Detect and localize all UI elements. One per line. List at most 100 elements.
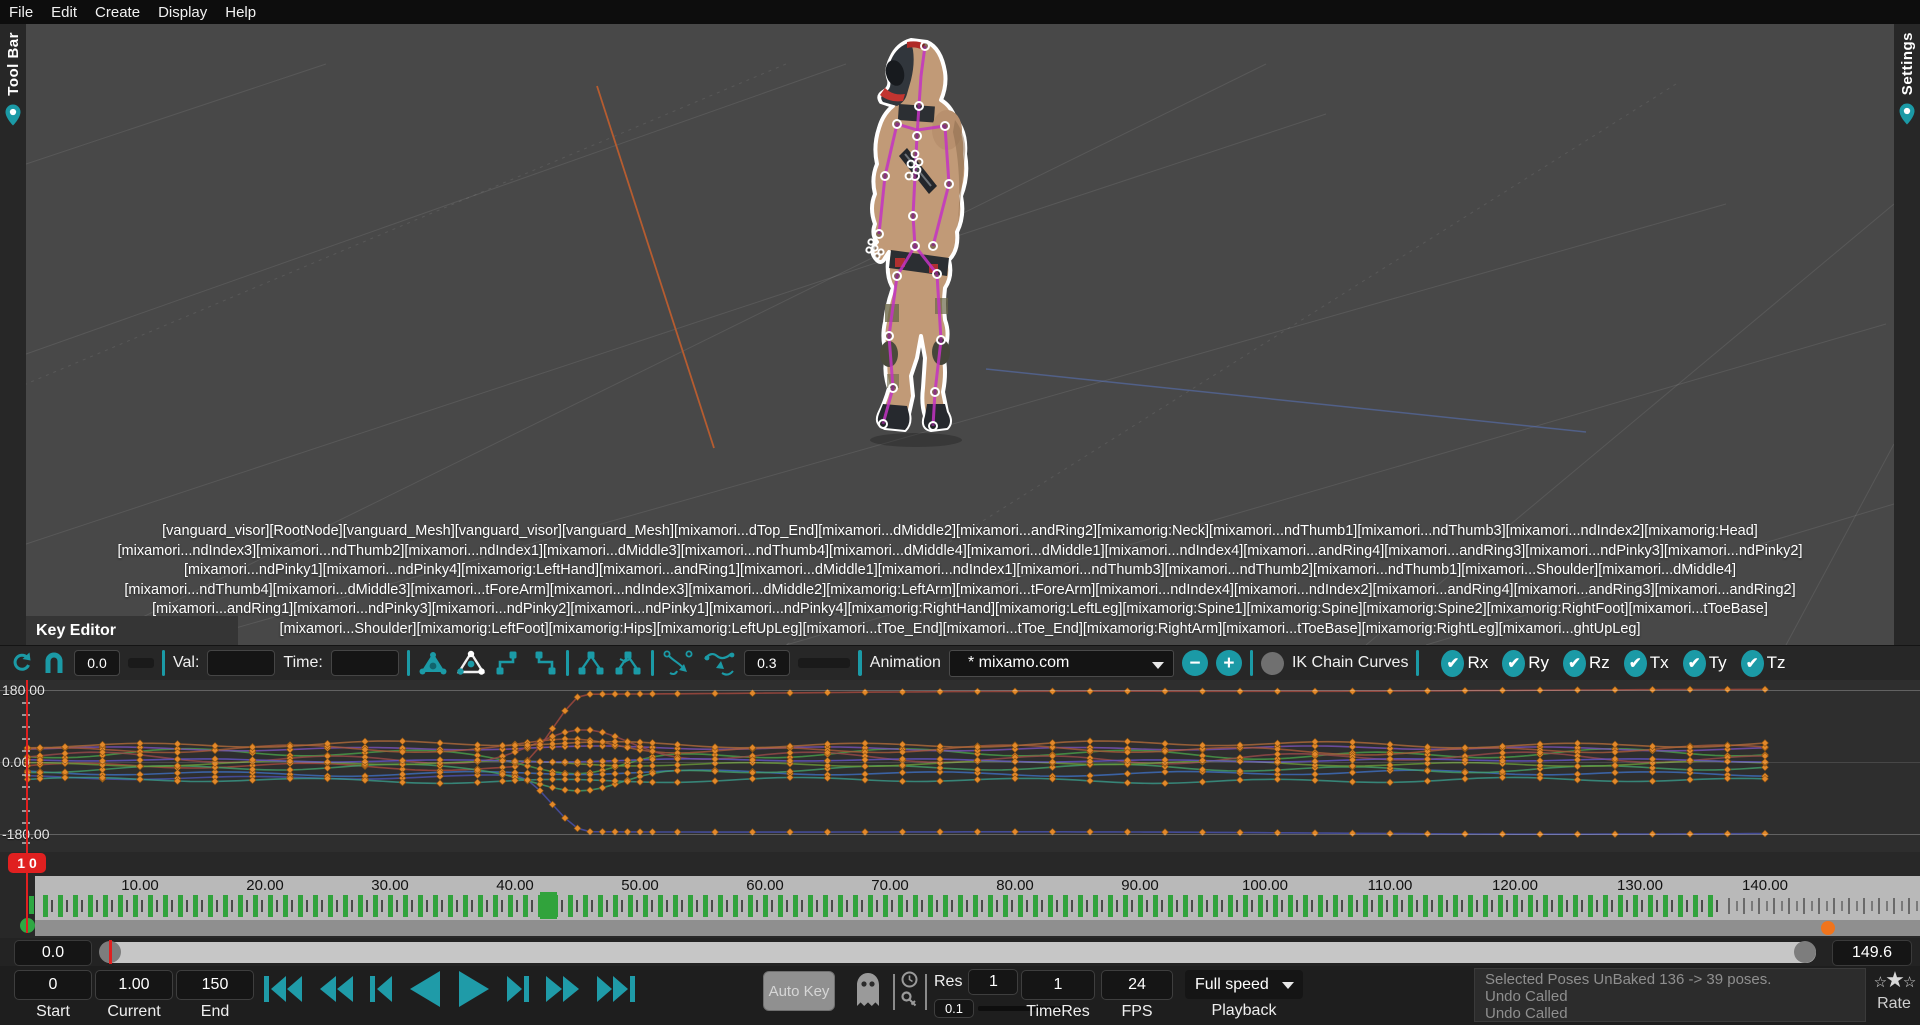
keyframe-diamond[interactable] bbox=[1048, 739, 1057, 747]
keyframe-diamond[interactable] bbox=[1573, 762, 1582, 771]
keyframe-diamond[interactable] bbox=[1273, 766, 1282, 774]
keyframe-diamond[interactable] bbox=[861, 776, 869, 784]
keyframe-diamond[interactable] bbox=[436, 739, 444, 747]
keyframe-diamond[interactable] bbox=[898, 740, 907, 749]
axis-toggle-tz[interactable]: ✔ Tz bbox=[1740, 649, 1786, 677]
keyframe-diamond[interactable] bbox=[898, 777, 907, 786]
keyframe-diamond[interactable] bbox=[611, 690, 619, 698]
axis-toggle-ry[interactable]: ✔ Ry bbox=[1502, 649, 1549, 677]
menu-item-file[interactable]: File bbox=[0, 2, 42, 23]
axis-toggle-rz[interactable]: ✔ Rz bbox=[1563, 649, 1610, 677]
keyframe-diamond[interactable] bbox=[1348, 738, 1357, 746]
toolbar-side-tab[interactable]: Tool Bar bbox=[0, 24, 26, 645]
view-range-track[interactable] bbox=[100, 942, 1816, 963]
keyframe-diamond[interactable] bbox=[1086, 777, 1094, 785]
current-frame-field[interactable]: 1.00 bbox=[95, 970, 173, 1000]
keyframe-diamond[interactable] bbox=[623, 690, 632, 698]
character-model[interactable] bbox=[841, 36, 1001, 456]
keyframe-diamond[interactable] bbox=[1648, 777, 1657, 785]
keyframe-diamond[interactable] bbox=[648, 739, 657, 747]
keyframe-diamond[interactable] bbox=[623, 769, 632, 777]
axis-toggle-rx[interactable]: ✔ Rx bbox=[1441, 649, 1488, 677]
keyframe-diamond[interactable] bbox=[473, 778, 482, 787]
keyframe-diamond[interactable] bbox=[561, 775, 569, 784]
tension-slider[interactable] bbox=[797, 658, 850, 668]
keyframe-diamond[interactable] bbox=[748, 774, 757, 783]
start-frame-field[interactable]: 0 bbox=[14, 970, 92, 1000]
skip-to-start-button[interactable] bbox=[262, 973, 304, 1005]
keyframe-diamond[interactable] bbox=[1573, 775, 1582, 784]
keyframe-diamond[interactable] bbox=[1048, 687, 1057, 696]
tension-value-field[interactable]: 0.3 bbox=[743, 650, 790, 676]
keyframe-diamond[interactable] bbox=[1123, 779, 1132, 787]
keyframe-diamond[interactable] bbox=[1311, 687, 1319, 696]
keyframe-diamond[interactable] bbox=[673, 778, 682, 787]
settings-side-tab[interactable]: Settings bbox=[1894, 24, 1920, 645]
keyframe-diamond[interactable] bbox=[1611, 740, 1619, 749]
hierarchy-icon[interactable] bbox=[577, 650, 605, 676]
view-range-start-field[interactable]: 0.0 bbox=[14, 940, 92, 966]
keyframe-diamond[interactable] bbox=[1423, 777, 1432, 785]
keyframe-diamond[interactable] bbox=[586, 786, 594, 795]
keyframe-diamond[interactable] bbox=[598, 776, 607, 785]
play-button[interactable] bbox=[456, 969, 492, 1009]
checkbox-checked-icon[interactable]: ✔ bbox=[1502, 649, 1526, 677]
checkbox-checked-icon[interactable]: ✔ bbox=[1563, 649, 1587, 677]
fps-field[interactable]: 24 bbox=[1101, 970, 1173, 1000]
copy-key-backward-icon[interactable] bbox=[530, 650, 558, 676]
keyframe-diamond[interactable] bbox=[1386, 740, 1394, 749]
keyframe-diamond[interactable] bbox=[436, 779, 444, 788]
keyframe-diamond[interactable] bbox=[586, 726, 594, 734]
time-input[interactable] bbox=[330, 650, 399, 676]
keyframe-diamond[interactable] bbox=[1161, 739, 1169, 748]
val-input[interactable] bbox=[207, 650, 276, 676]
magnet-snap-icon[interactable] bbox=[42, 651, 66, 675]
keyframe-diamond[interactable] bbox=[561, 786, 569, 794]
keyframe-diamond[interactable] bbox=[1123, 769, 1132, 778]
keyframe-diamond[interactable] bbox=[598, 737, 607, 746]
keyframe-diamond[interactable] bbox=[611, 756, 619, 765]
keyframe-diamond[interactable] bbox=[61, 749, 69, 758]
keyframe-diamond[interactable] bbox=[498, 777, 507, 786]
keyframe-diamond[interactable] bbox=[1123, 737, 1132, 746]
keyframe-diamond[interactable] bbox=[536, 775, 544, 784]
curve-graph-panel[interactable]: 180.00 0.00 -180.00 bbox=[0, 680, 1920, 852]
menu-item-display[interactable]: Display bbox=[149, 2, 216, 23]
keyframe-diamond[interactable] bbox=[648, 762, 657, 770]
auto-key-button[interactable]: Auto Key bbox=[763, 971, 835, 1011]
keyframe-diamond[interactable] bbox=[523, 769, 532, 777]
rate-stars-icon[interactable]: ☆★☆ bbox=[1874, 968, 1917, 995]
keyframe-diamond[interactable] bbox=[1161, 687, 1169, 696]
keyframe-diamond[interactable] bbox=[648, 778, 657, 787]
keyframe-diamond[interactable] bbox=[1611, 768, 1619, 777]
keyframe-diamond[interactable] bbox=[1311, 776, 1319, 785]
keyframe-diamond[interactable] bbox=[1348, 778, 1357, 786]
keyframe-diamond[interactable] bbox=[586, 776, 594, 784]
tangent-flat-icon[interactable] bbox=[418, 650, 448, 676]
copy-key-forward-icon[interactable] bbox=[494, 650, 522, 676]
keyframe-diamond[interactable] bbox=[636, 778, 644, 786]
view-range-end-handle[interactable] bbox=[1794, 941, 1816, 963]
view-range-end-field[interactable]: 149.6 bbox=[1832, 940, 1912, 966]
animation-curves[interactable] bbox=[0, 680, 1920, 852]
keyframe-diamond[interactable] bbox=[711, 689, 719, 698]
keyframe-diamond[interactable] bbox=[1236, 776, 1244, 784]
keyframe-diamond[interactable] bbox=[861, 739, 869, 748]
keyframe-diamond[interactable] bbox=[636, 690, 644, 698]
checkbox-checked-icon[interactable]: ✔ bbox=[1740, 649, 1764, 677]
keyframe-diamond[interactable] bbox=[1311, 737, 1319, 746]
keyframe-diamond[interactable] bbox=[548, 775, 557, 784]
keyframe-diamond[interactable] bbox=[598, 783, 607, 792]
playback-speed-select[interactable]: Full speed bbox=[1185, 970, 1303, 999]
keyframe-diamond[interactable] bbox=[548, 783, 557, 792]
hierarchy-break-icon[interactable] bbox=[613, 650, 643, 676]
smooth-curve-icon[interactable] bbox=[702, 649, 736, 677]
axis-toggle-tx[interactable]: ✔ Tx bbox=[1623, 649, 1669, 677]
keyframe-diamond[interactable] bbox=[598, 690, 607, 698]
time-key-mode-icons[interactable] bbox=[901, 971, 918, 1008]
keyframe-diamond[interactable] bbox=[1273, 750, 1282, 759]
keyframe-diamond[interactable] bbox=[561, 728, 569, 737]
keyframe-diamond[interactable] bbox=[173, 740, 182, 748]
add-animation-button[interactable]: + bbox=[1215, 650, 1242, 676]
remove-animation-button[interactable]: − bbox=[1181, 650, 1208, 676]
